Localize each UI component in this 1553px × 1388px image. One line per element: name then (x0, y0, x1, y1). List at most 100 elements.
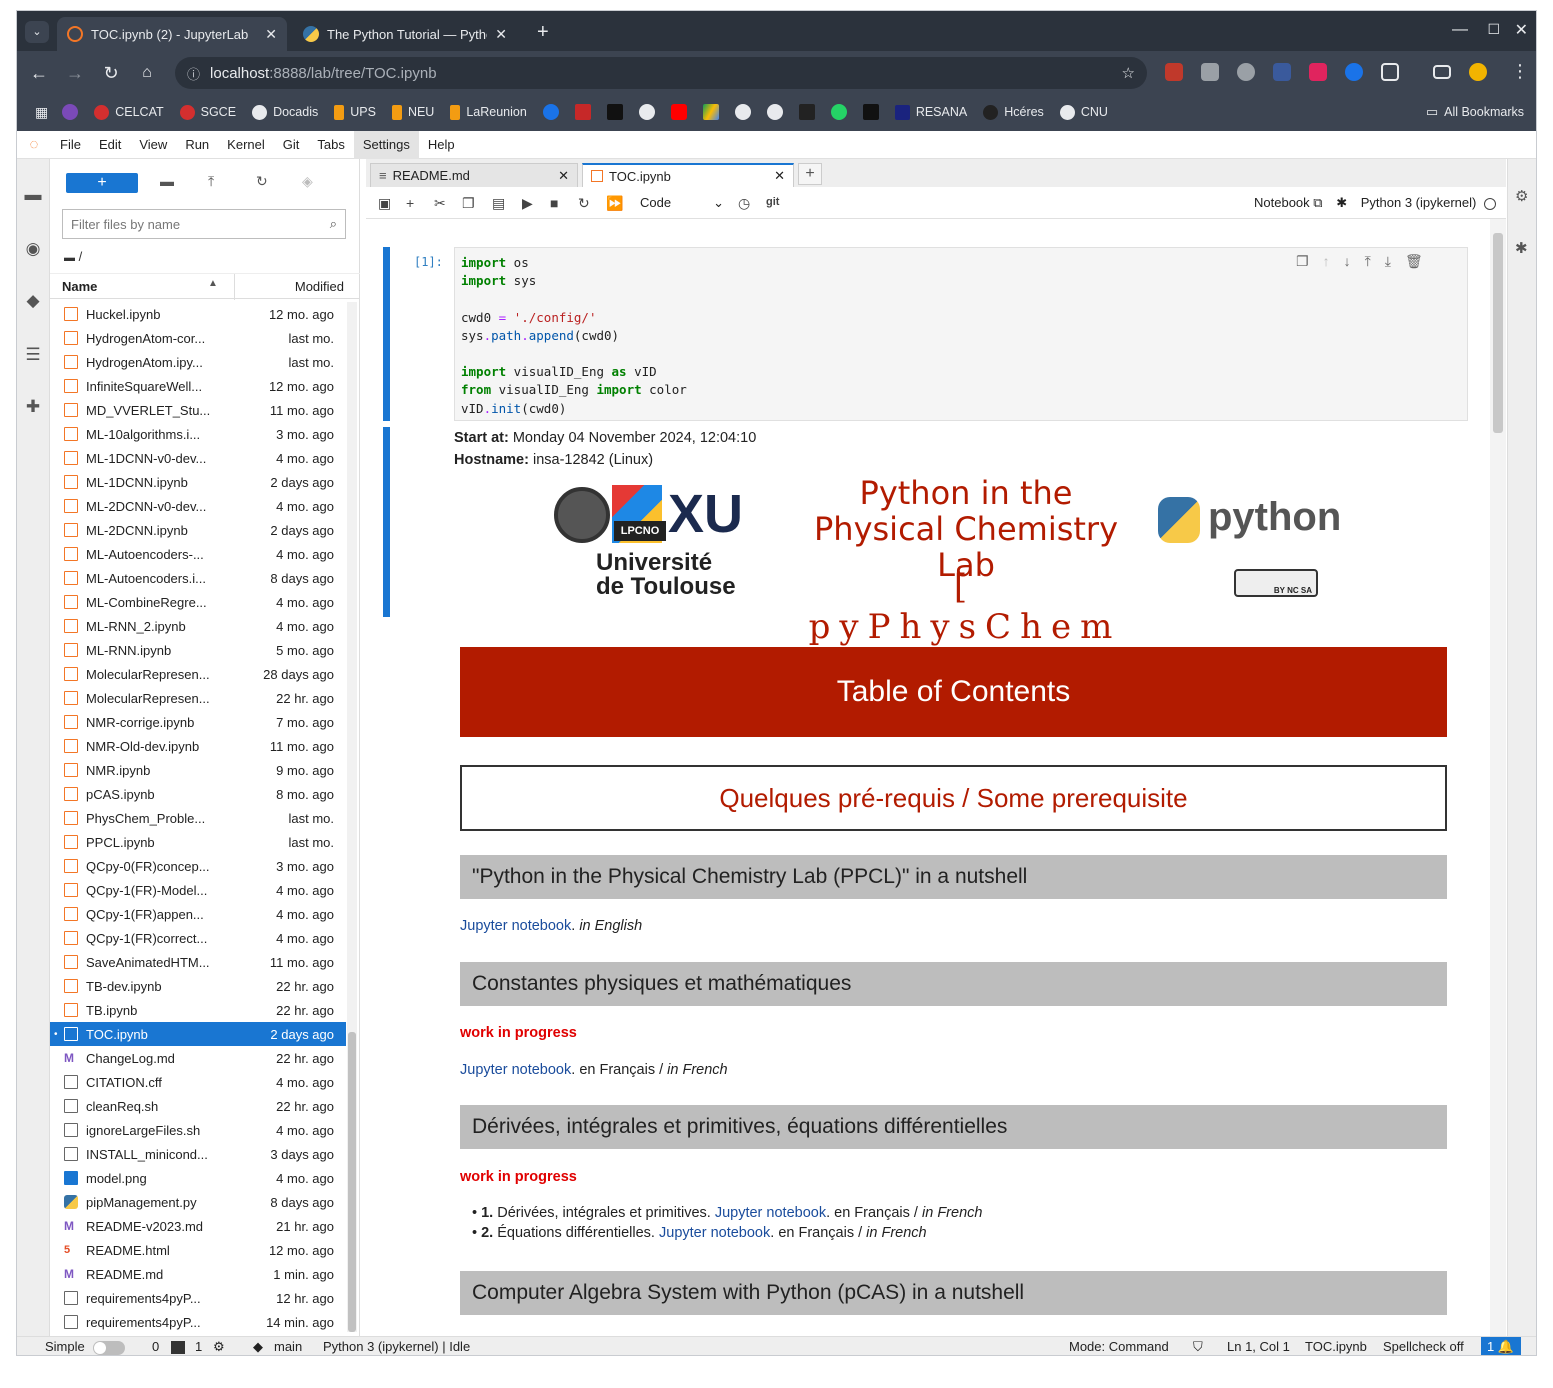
url-bar[interactable]: ⓘ localhost:8888/lab/tree/TOC.ipynb ☆ (175, 57, 1147, 89)
file-list-scrollbar[interactable] (347, 302, 357, 1332)
extensions-puzzle-icon[interactable] (1381, 63, 1399, 81)
close-icon[interactable]: ✕ (774, 168, 785, 184)
file-row[interactable]: TB.ipynb 22 hr. ago (50, 998, 346, 1022)
paste-icon[interactable]: ▤ (492, 195, 505, 212)
breadcrumb[interactable]: ▬ / (64, 249, 82, 264)
terminals-count[interactable]: 0 (152, 1339, 159, 1354)
menu-git[interactable]: Git (274, 131, 309, 159)
file-row[interactable]: QCpy-1(FR)appen... 4 mo. ago (50, 902, 346, 926)
file-row[interactable]: ML-Autoencoders-... 4 mo. ago (50, 542, 346, 566)
file-row[interactable]: M README-v2023.md 21 hr. ago (50, 1214, 346, 1238)
file-row[interactable]: ML-Autoencoders.i... 8 days ago (50, 566, 346, 590)
column-name[interactable]: Name (62, 279, 97, 294)
tab-search-button[interactable]: ⌄ (25, 21, 49, 43)
cell-type-select[interactable]: Code ⌄ (640, 195, 724, 210)
stop-icon[interactable]: ■ (550, 195, 558, 211)
bookmark-icon[interactable] (542, 104, 559, 120)
file-row[interactable]: InfiniteSquareWell... 12 mo. ago (50, 374, 346, 398)
drive-icon[interactable] (702, 104, 719, 120)
code-cell-editor[interactable]: import os import sys cwd0 = './config/' … (454, 247, 1468, 421)
input-collapser[interactable] (383, 247, 390, 421)
extension-icon[interactable] (1165, 63, 1183, 81)
file-row[interactable]: 5 README.html 12 mo. ago (50, 1238, 346, 1262)
insert-cell-icon[interactable]: + (406, 195, 414, 211)
menu-view[interactable]: View (130, 131, 176, 159)
filter-files-input[interactable]: Filter files by name ⌕ (62, 209, 346, 239)
bookmark-icon[interactable] (574, 104, 591, 120)
notebook-scrollbar[interactable] (1490, 219, 1506, 1336)
save-icon[interactable]: ▣ (378, 195, 391, 212)
git-icon[interactable]: ◆ (23, 291, 43, 311)
move-down-icon[interactable]: ↓ (1344, 253, 1365, 269)
new-tab-icon[interactable]: + (537, 21, 549, 44)
bookmark-sgce[interactable]: SGCE (179, 104, 236, 120)
info-icon[interactable]: ⓘ (187, 64, 200, 83)
file-row[interactable]: QCpy-0(FR)concep... 3 mo. ago (50, 854, 346, 878)
menu-tabs[interactable]: Tabs (308, 131, 353, 159)
kernel-status[interactable]: Python 3 (ipykernel) | Idle (323, 1339, 470, 1354)
file-row[interactable]: INSTALL_minicond... 3 days ago (50, 1142, 346, 1166)
window-close-icon[interactable]: ✕ (1515, 20, 1528, 40)
spellcheck-status[interactable]: Spellcheck off (1383, 1339, 1464, 1354)
file-row[interactable]: pipManagement.py 8 days ago (50, 1190, 346, 1214)
bookmark-star-icon[interactable]: ☆ (1122, 64, 1135, 82)
file-row[interactable]: HydrogenAtom.ipy... last mo. (50, 350, 346, 374)
jupyter-notebook-link[interactable]: Jupyter notebook (460, 1062, 571, 1078)
run-icon[interactable]: ▶ (522, 195, 533, 212)
new-launcher-button[interactable]: + (66, 173, 138, 193)
file-row[interactable]: NMR-corrige.ipynb 7 mo. ago (50, 710, 346, 734)
close-icon[interactable]: ✕ (495, 26, 507, 43)
cursor-position[interactable]: Ln 1, Col 1 (1227, 1339, 1290, 1354)
file-row[interactable]: MolecularRepresen... 22 hr. ago (50, 686, 346, 710)
reload-icon[interactable]: ↻ (93, 63, 129, 84)
duplicate-icon[interactable]: ❐ (1296, 253, 1323, 269)
file-row[interactable]: ignoreLargeFiles.sh 4 mo. ago (50, 1118, 346, 1142)
file-row[interactable]: ML-2DCNN-v0-dev... 4 mo. ago (50, 494, 346, 518)
file-row[interactable]: ML-RNN.ipynb 5 mo. ago (50, 638, 346, 662)
file-row[interactable]: Huckel.ipynb 12 mo. ago (50, 302, 346, 326)
file-row[interactable]: MolecularRepresen... 28 days ago (50, 662, 346, 686)
new-tab-button[interactable]: + (798, 163, 822, 185)
menu-file[interactable]: File (51, 131, 90, 159)
file-row[interactable]: requirements4pyP... 12 hr. ago (50, 1286, 346, 1310)
copy-icon[interactable]: ❐ (462, 195, 475, 212)
shield-icon[interactable]: ⛉ (1193, 1339, 1203, 1355)
cast-icon[interactable] (1433, 65, 1451, 79)
bookmark-lareunion[interactable]: LaReunion (450, 104, 527, 120)
clock-icon[interactable]: ◷ (738, 195, 750, 212)
file-row[interactable]: ML-RNN_2.ipynb 4 mo. ago (50, 614, 346, 638)
refresh-icon[interactable]: ↻ (256, 173, 268, 190)
bookmark-icon[interactable] (62, 104, 79, 120)
file-row[interactable]: ML-1DCNN.ipynb 2 days ago (50, 470, 346, 494)
file-row[interactable]: NMR-Old-dev.ipynb 11 mo. ago (50, 734, 346, 758)
forward-icon[interactable]: → (57, 63, 93, 84)
open-notebook-button[interactable]: Notebook ⧉ (1254, 195, 1323, 210)
youtube-icon[interactable] (670, 104, 687, 120)
extension-icon[interactable] (1273, 63, 1291, 81)
file-row[interactable]: • TOC.ipynb 2 days ago (50, 1022, 346, 1046)
menu-kernel[interactable]: Kernel (218, 131, 274, 159)
browser-tab-jupyter[interactable]: TOC.ipynb (2) - JupyterLab ✕ (57, 17, 287, 51)
extensions-icon[interactable]: ✚ (23, 397, 43, 417)
whatsapp-icon[interactable] (830, 104, 847, 120)
more-menu-icon[interactable]: ⋮ (1511, 61, 1529, 82)
file-row[interactable]: M ChangeLog.md 22 hr. ago (50, 1046, 346, 1070)
file-row[interactable]: M README.md 1 min. ago (50, 1262, 346, 1286)
maximize-icon[interactable]: ☐ (1487, 21, 1500, 38)
insert-below-icon[interactable]: ⤓ (1385, 253, 1405, 269)
tab-toc[interactable]: TOC.ipynb ✕ (582, 163, 794, 187)
file-row[interactable]: PhysChem_Proble... last mo. (50, 806, 346, 830)
toc-icon[interactable]: ☰ (23, 345, 43, 365)
simple-mode-toggle[interactable] (93, 1341, 125, 1355)
minimize-icon[interactable]: — (1452, 21, 1468, 39)
menu-run[interactable]: Run (176, 131, 218, 159)
bookmark-docadis[interactable]: Docadis (252, 104, 318, 120)
bookmark-celcat[interactable]: CELCAT (94, 104, 164, 120)
bookmark-ups[interactable]: UPS (334, 104, 376, 120)
file-row[interactable]: ML-10algorithms.i... 3 mo. ago (50, 422, 346, 446)
file-row[interactable]: QCpy-1(FR)correct... 4 mo. ago (50, 926, 346, 950)
file-row[interactable]: requirements4pyP... 14 min. ago (50, 1310, 346, 1332)
jupyter-notebook-link[interactable]: Jupyter notebook (715, 1205, 826, 1221)
file-row[interactable]: pCAS.ipynb 8 mo. ago (50, 782, 346, 806)
file-row[interactable]: SaveAnimatedHTM... 11 mo. ago (50, 950, 346, 974)
